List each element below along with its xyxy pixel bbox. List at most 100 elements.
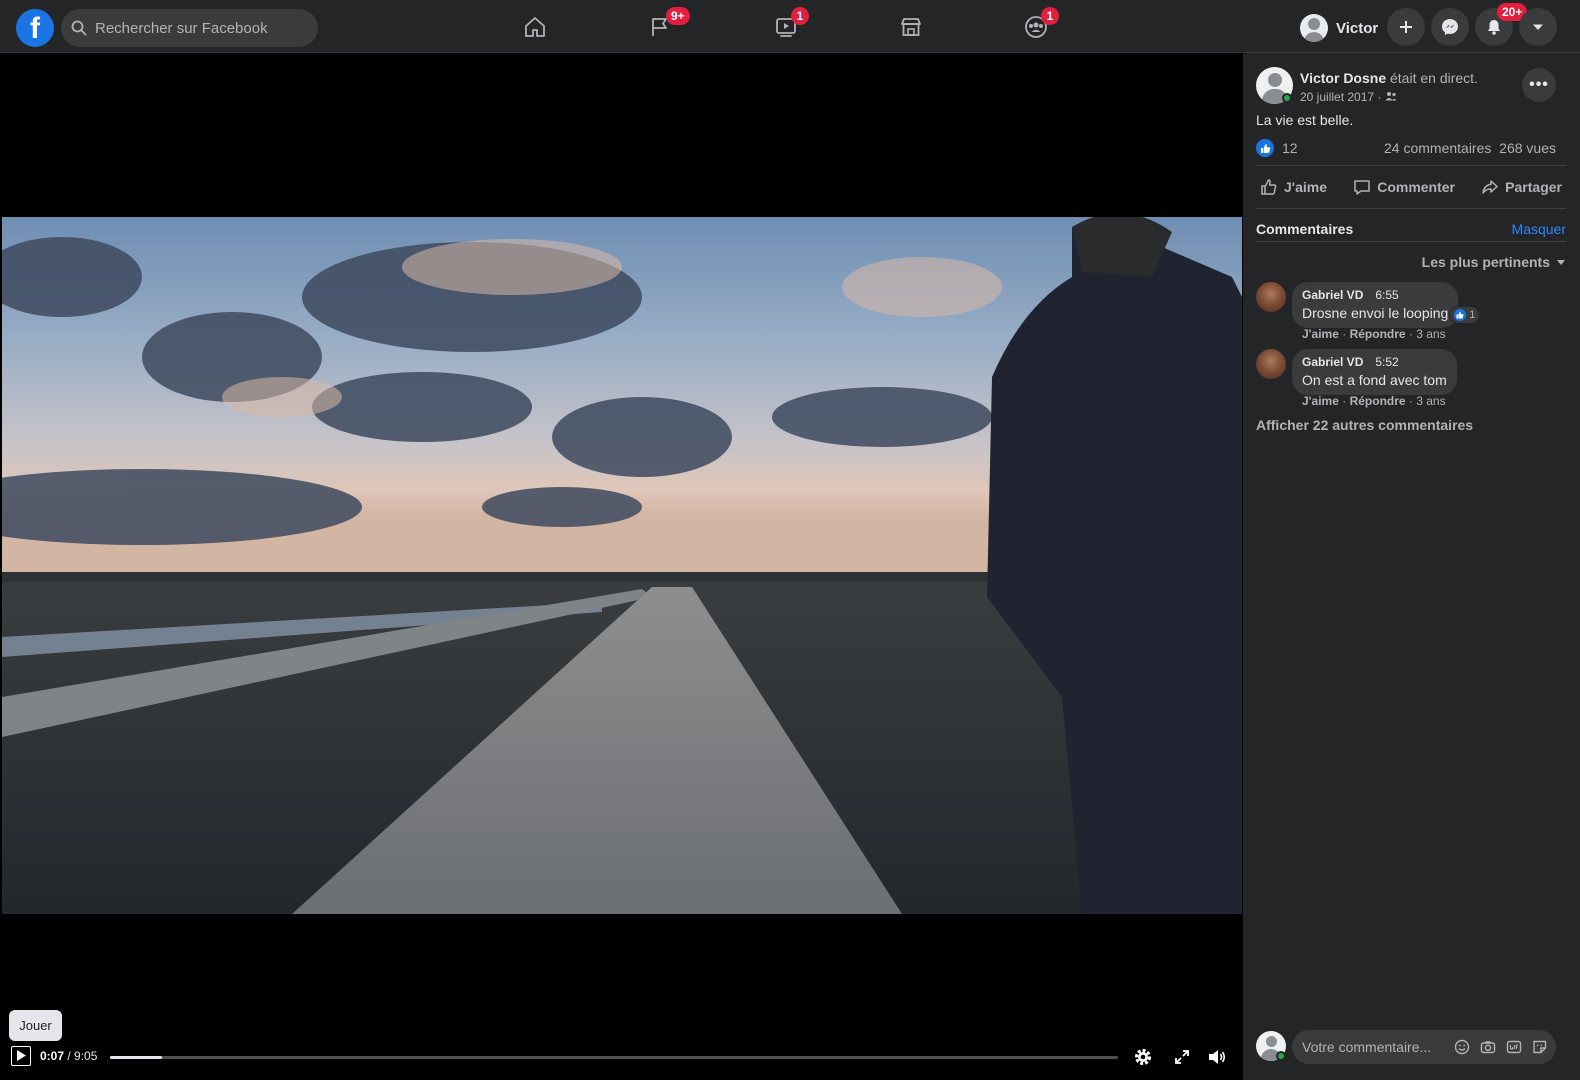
comments-header: Commentaires Masquer bbox=[1256, 220, 1566, 242]
video-still-image bbox=[2, 217, 1242, 914]
online-indicator bbox=[1282, 93, 1292, 103]
like-button[interactable]: J'aime bbox=[1256, 178, 1331, 196]
commenter-avatar[interactable] bbox=[1256, 282, 1286, 312]
video-player[interactable]: Jouer 0:07 / 9:05 bbox=[0, 53, 1243, 1080]
account-menu-button[interactable] bbox=[1519, 8, 1557, 46]
comment-author[interactable]: Gabriel VD 6:55 bbox=[1302, 288, 1448, 302]
photo-button[interactable] bbox=[1479, 1038, 1496, 1055]
view-count: 268 vues bbox=[1499, 140, 1556, 156]
time-current: 0:07 bbox=[40, 1049, 65, 1063]
watch-badge: 1 bbox=[791, 7, 809, 25]
comment-timestamp[interactable]: 6:55 bbox=[1375, 288, 1398, 302]
profile-chip[interactable]: Victor bbox=[1300, 13, 1378, 43]
play-icon bbox=[17, 1050, 26, 1061]
top-navigation-bar: f 9+ 1 1 Victor 20+ bbox=[0, 0, 1580, 53]
comment-input[interactable] bbox=[1302, 1030, 1452, 1064]
marketplace-icon bbox=[901, 18, 921, 36]
author-status: était en direct. bbox=[1386, 70, 1478, 86]
sticker-button[interactable] bbox=[1531, 1038, 1548, 1055]
comment-age[interactable]: 3 ans bbox=[1416, 394, 1445, 408]
comment-age[interactable]: 3 ans bbox=[1416, 327, 1445, 341]
more-dots-icon: ••• bbox=[1529, 76, 1549, 93]
post-stats: 12 24 commentaires 268 vues bbox=[1256, 138, 1556, 158]
comment-timestamp[interactable]: 5:52 bbox=[1375, 355, 1398, 369]
share-button[interactable]: Partager bbox=[1477, 178, 1566, 196]
like-label: J'aime bbox=[1284, 179, 1328, 195]
thumbs-up-icon bbox=[1261, 179, 1277, 195]
video-controls: 0:07 / 9:05 bbox=[0, 1043, 1243, 1073]
comment-author[interactable]: Gabriel VD 5:52 bbox=[1302, 355, 1447, 369]
time-total: / 9:05 bbox=[64, 1049, 98, 1063]
emoji-button[interactable] bbox=[1453, 1038, 1470, 1055]
gif-icon bbox=[1506, 1040, 1521, 1053]
sort-label: Les plus pertinents bbox=[1421, 254, 1550, 270]
create-button[interactable] bbox=[1387, 8, 1425, 46]
video-frame[interactable] bbox=[2, 217, 1242, 914]
comments-count[interactable]: 24 commentaires bbox=[1384, 140, 1491, 156]
settings-button[interactable] bbox=[1132, 1046, 1154, 1068]
online-indicator bbox=[1276, 1051, 1286, 1061]
pages-badge: 9+ bbox=[666, 7, 690, 25]
post-side-panel: Victor Dosne était en direct. 20 juillet… bbox=[1243, 53, 1580, 1080]
nav-groups[interactable]: 1 bbox=[1014, 7, 1059, 44]
thumbs-up-icon bbox=[1260, 143, 1270, 153]
messenger-button[interactable] bbox=[1431, 8, 1469, 46]
search-bar[interactable] bbox=[61, 9, 318, 47]
comment-reply-link[interactable]: Répondre bbox=[1350, 327, 1406, 341]
groups-badge: 1 bbox=[1041, 7, 1059, 25]
avatar bbox=[1300, 14, 1328, 42]
gif-button[interactable] bbox=[1505, 1038, 1522, 1055]
caret-down-icon bbox=[1533, 24, 1543, 30]
bell-icon bbox=[1488, 20, 1500, 35]
comment-composer bbox=[1256, 1030, 1566, 1066]
post-date-text: 20 juillet 2017 · bbox=[1300, 90, 1385, 104]
stats-right: 24 commentaires 268 vues bbox=[1384, 140, 1556, 156]
post-header: Victor Dosne était en direct. 20 juillet… bbox=[1256, 67, 1566, 107]
comment-reply-link[interactable]: Répondre bbox=[1350, 394, 1406, 408]
share-label: Partager bbox=[1505, 179, 1562, 195]
fullscreen-button[interactable] bbox=[1171, 1046, 1193, 1068]
post-date[interactable]: 20 juillet 2017 · bbox=[1300, 90, 1397, 104]
share-arrow-icon bbox=[1482, 180, 1498, 194]
comment-input-box[interactable] bbox=[1292, 1030, 1556, 1064]
play-button[interactable] bbox=[11, 1046, 31, 1066]
search-input[interactable] bbox=[95, 19, 295, 37]
comment-button[interactable]: Commenter bbox=[1349, 178, 1459, 196]
comment-actions: J'aime · Répondre · 3 ans bbox=[1302, 394, 1446, 408]
like-reaction-icon[interactable] bbox=[1256, 139, 1274, 157]
comment-sort-dropdown[interactable]: Les plus pertinents bbox=[1422, 254, 1566, 270]
nav-marketplace[interactable] bbox=[889, 10, 933, 44]
comment-reactions[interactable]: 1 bbox=[1449, 306, 1481, 324]
sticker-icon bbox=[1532, 1040, 1546, 1053]
commenter-avatar[interactable] bbox=[1256, 349, 1286, 379]
progress-fill bbox=[110, 1056, 163, 1059]
gear-icon bbox=[1135, 1049, 1151, 1065]
comment-text: Drosne envoi le looping bbox=[1302, 305, 1449, 321]
like-count[interactable]: 12 bbox=[1282, 140, 1298, 156]
speaker-icon bbox=[1209, 1050, 1226, 1064]
comment-label: Commenter bbox=[1377, 179, 1455, 195]
comment-bubble-icon bbox=[1354, 180, 1370, 195]
nav-pages[interactable]: 9+ bbox=[638, 7, 690, 44]
comment-like-link[interactable]: J'aime bbox=[1302, 394, 1339, 408]
notifications-button[interactable]: 20+ bbox=[1475, 3, 1528, 46]
more-comments-link[interactable]: Afficher 22 autres commentaires bbox=[1256, 417, 1473, 433]
author-name[interactable]: Victor Dosne bbox=[1300, 70, 1386, 86]
time-display: 0:07 / 9:05 bbox=[40, 1049, 97, 1063]
comment-bubble: Gabriel VD 6:55 Drosne envoi le looping 1 bbox=[1292, 282, 1481, 328]
comment-reaction-count: 1 bbox=[1469, 309, 1476, 321]
progress-bar[interactable] bbox=[110, 1056, 1118, 1059]
comment-text: On est a fond avec tom bbox=[1302, 372, 1447, 388]
search-icon bbox=[71, 20, 87, 36]
comment-like-link[interactable]: J'aime bbox=[1302, 327, 1339, 341]
messenger-icon bbox=[1442, 19, 1458, 35]
hide-comments-link[interactable]: Masquer bbox=[1512, 221, 1566, 237]
nav-home[interactable] bbox=[513, 10, 557, 44]
nav-watch[interactable]: 1 bbox=[764, 7, 809, 44]
post-actions: J'aime Commenter Partager bbox=[1256, 165, 1566, 209]
comment-author-name: Gabriel VD bbox=[1302, 355, 1364, 369]
volume-button[interactable] bbox=[1206, 1046, 1228, 1068]
facebook-logo-letter: f bbox=[30, 12, 40, 45]
facebook-logo[interactable]: f bbox=[16, 9, 54, 47]
more-options-button[interactable]: ••• bbox=[1522, 68, 1556, 102]
